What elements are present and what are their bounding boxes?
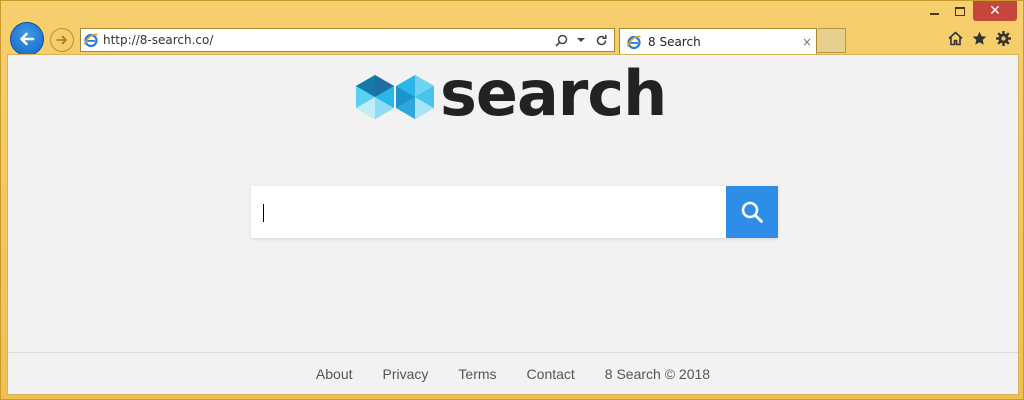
text-caret <box>263 204 264 222</box>
page-content: search About Privacy Terms Contact 8 Sea… <box>7 54 1019 395</box>
minimize-icon <box>929 13 939 15</box>
ie-icon <box>81 30 101 50</box>
logo[interactable]: search <box>354 63 667 125</box>
close-icon: ✕ <box>989 3 1001 19</box>
footer-link-contact[interactable]: Contact <box>527 366 575 382</box>
dropdown-arrow-icon[interactable] <box>574 32 588 48</box>
tab-8-search[interactable]: 8 Search × <box>619 28 817 54</box>
home-icon[interactable] <box>947 30 963 46</box>
logo-text: search <box>440 57 667 130</box>
search-button[interactable] <box>726 186 778 238</box>
browser-toolbar <box>947 30 1011 46</box>
footer-link-privacy[interactable]: Privacy <box>383 366 429 382</box>
maximize-button[interactable] <box>947 1 973 21</box>
search-bar <box>251 186 778 238</box>
back-button[interactable] <box>10 22 44 56</box>
arrow-left-icon <box>20 32 35 46</box>
minimize-button[interactable] <box>921 1 947 21</box>
footer-link-terms[interactable]: Terms <box>458 366 496 382</box>
search-input[interactable] <box>251 186 726 238</box>
forward-button[interactable] <box>50 28 74 52</box>
refresh-icon[interactable] <box>594 32 608 48</box>
window-controls: ✕ <box>921 1 1017 23</box>
logo-8-icon <box>356 75 434 119</box>
window-close-button[interactable]: ✕ <box>973 1 1017 21</box>
star-icon[interactable] <box>971 30 987 46</box>
search-icon <box>741 201 763 223</box>
footer-link-about[interactable]: About <box>316 366 353 382</box>
browser-window: ✕ http://8-search.co/ 8 Search × search … <box>0 0 1024 400</box>
address-bar[interactable]: http://8-search.co/ <box>80 28 615 52</box>
tab-close-icon[interactable]: × <box>798 35 816 49</box>
tab-title: 8 Search <box>648 34 701 49</box>
address-text[interactable]: http://8-search.co/ <box>103 33 554 47</box>
copyright-text: 8 Search © 2018 <box>604 365 711 382</box>
tab-ie-icon <box>624 32 644 52</box>
address-tools <box>554 32 614 48</box>
new-tab-button[interactable] <box>818 28 846 53</box>
search-icon[interactable] <box>554 32 568 48</box>
footer: About Privacy Terms Contact 8 Search © 2… <box>8 352 1018 394</box>
gear-icon[interactable] <box>995 30 1011 46</box>
arrow-right-icon <box>56 35 67 45</box>
maximize-icon <box>955 6 965 16</box>
